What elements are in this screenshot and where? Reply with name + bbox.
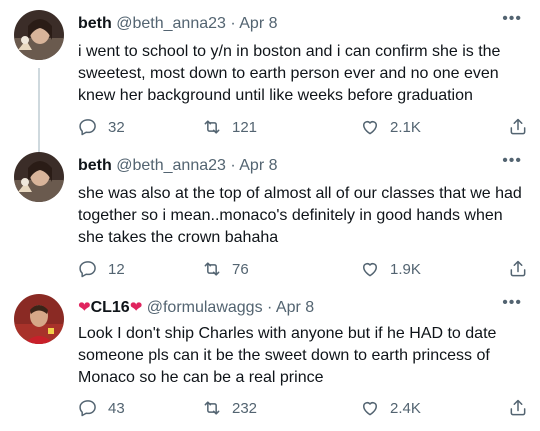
heart-icon	[363, 402, 377, 416]
tweet[interactable]: beth @beth_anna23 · Apr 8 ••• i went to …	[0, 10, 540, 158]
timestamp[interactable]: Apr 8	[239, 157, 277, 174]
reply-count: 12	[108, 260, 125, 278]
handle[interactable]: @beth_anna23	[116, 157, 226, 174]
share-button[interactable]	[508, 398, 528, 423]
like-button[interactable]: 2.1K	[360, 117, 421, 137]
reply-icon	[79, 400, 96, 417]
heart-icon	[363, 263, 377, 277]
like-count: 2.1K	[390, 118, 421, 136]
share-button[interactable]	[508, 259, 528, 284]
reply-count: 43	[108, 399, 125, 417]
tweet-header: beth @beth_anna23 · Apr 8	[78, 14, 278, 34]
more-options-icon[interactable]: •••	[502, 10, 522, 28]
retweet-count: 232	[232, 399, 258, 417]
like-count: 1.9K	[390, 260, 421, 278]
display-name[interactable]: beth	[78, 157, 112, 174]
retweet-button[interactable]: 121	[202, 117, 257, 137]
tweet-text: i went to school to y/n in boston and i …	[78, 43, 501, 104]
tweet[interactable]: ❤CL16❤ @formulawaggs · Apr 8 ••• Look I …	[0, 294, 540, 429]
thread-line	[38, 68, 40, 158]
reply-button[interactable]: 32	[78, 117, 125, 137]
heart-icon	[363, 121, 377, 135]
more-options-icon[interactable]: •••	[502, 152, 522, 170]
red-heart-icon: ❤	[129, 299, 143, 316]
more-options-icon[interactable]: •••	[502, 294, 522, 312]
retweet-count: 121	[232, 118, 258, 136]
red-heart-icon: ❤	[78, 299, 91, 316]
share-button[interactable]	[508, 117, 528, 142]
profile-photo-icon	[14, 152, 64, 202]
like-button[interactable]: 1.9K	[360, 259, 421, 279]
timestamp[interactable]: Apr 8	[276, 299, 314, 316]
tweet-actions: 12 76 1.9K	[78, 259, 528, 281]
tweet-text: Look I don't ship Charles with anyone bu…	[78, 325, 497, 386]
retweet-button[interactable]: 232	[202, 398, 257, 418]
tweet-header: beth @beth_anna23 · Apr 8	[78, 156, 278, 176]
retweet-count: 76	[232, 260, 249, 278]
timestamp[interactable]: Apr 8	[239, 15, 277, 32]
profile-photo-icon	[14, 10, 64, 60]
reply-count: 32	[108, 118, 125, 136]
separator: ·	[225, 157, 240, 174]
handle[interactable]: @beth_anna23	[116, 15, 226, 32]
avatar[interactable]	[14, 152, 64, 202]
display-name[interactable]: CL16	[91, 299, 130, 316]
like-count: 2.4K	[390, 399, 421, 417]
share-icon	[510, 118, 526, 135]
tweet-actions: 43 232 2.4K	[78, 398, 528, 420]
retweet-icon	[204, 120, 220, 134]
tweet-header: ❤CL16❤ @formulawaggs · Apr 8	[78, 298, 314, 318]
retweet-icon	[204, 401, 220, 415]
retweet-icon	[204, 262, 220, 276]
display-name[interactable]: beth	[78, 15, 112, 32]
separator: ·	[262, 299, 276, 316]
avatar[interactable]	[14, 10, 64, 60]
reply-button[interactable]: 12	[78, 259, 125, 279]
timeline: beth @beth_anna23 · Apr 8 ••• i went to …	[0, 0, 540, 431]
tweet[interactable]: beth @beth_anna23 · Apr 8 ••• she was al…	[0, 152, 540, 287]
like-button[interactable]: 2.4K	[360, 398, 421, 418]
share-icon	[510, 399, 526, 416]
separator: ·	[225, 15, 240, 32]
profile-photo-icon	[14, 294, 64, 344]
tweet-text: she was also at the top of almost all of…	[78, 185, 522, 246]
retweet-button[interactable]: 76	[202, 259, 249, 279]
reply-icon	[79, 119, 96, 136]
reply-button[interactable]: 43	[78, 398, 125, 418]
reply-icon	[79, 261, 96, 278]
share-icon	[510, 260, 526, 277]
avatar[interactable]	[14, 294, 64, 344]
tweet-actions: 32 121 2.1K	[78, 117, 528, 139]
handle[interactable]: @formulawaggs	[147, 299, 263, 316]
